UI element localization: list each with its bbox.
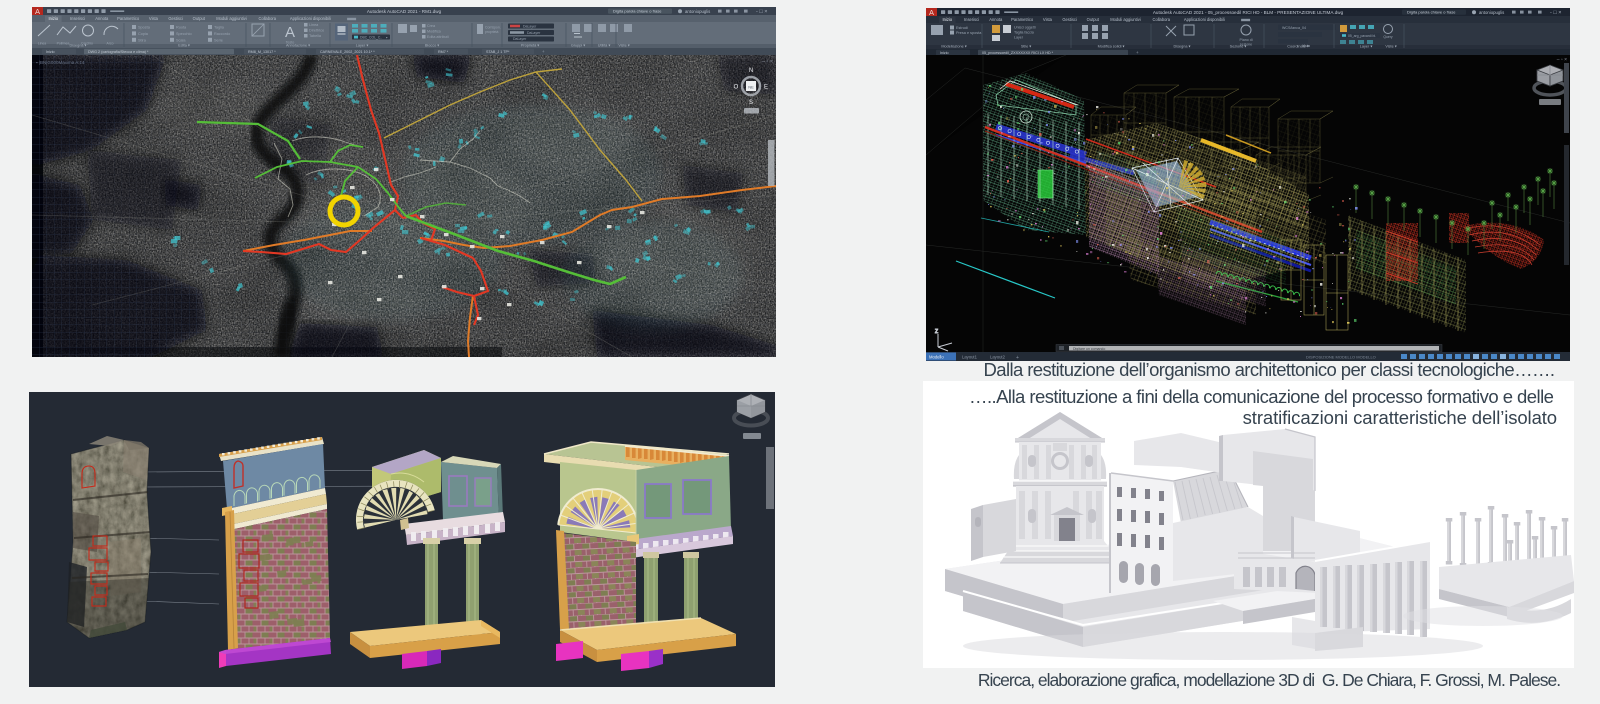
svg-text:Utilità ▾: Utilità ▾ — [598, 43, 611, 47]
svg-text:Autodesk AutoCAD 2021 - RM1.dw: Autodesk AutoCAD 2021 - RM1.dwg — [367, 9, 442, 14]
svg-text:Presa e sposta: Presa e sposta — [956, 31, 982, 35]
svg-text:CARNEVALE_2002_2021 10.1* *: CARNEVALE_2002_2021 10.1* * — [320, 50, 375, 54]
svg-text:Gestisci: Gestisci — [1062, 17, 1077, 22]
svg-text:Piano di: Piano di — [1240, 38, 1253, 42]
svg-text:Viste ▾: Viste ▾ — [1385, 44, 1396, 48]
svg-text:Collabora: Collabora — [258, 16, 276, 21]
svg-text:Ruota: Ruota — [176, 26, 187, 30]
svg-text:Edita ▾: Edita ▾ — [178, 43, 190, 47]
svg-text:Inizio: Inizio — [49, 16, 59, 21]
svg-text:WCS/lanca_04: WCS/lanca_04 — [1282, 26, 1306, 30]
svg-text:Stile ▾: Stile ▾ — [1021, 44, 1031, 48]
svg-text:Digita parola chiave o frase: Digita parola chiave o frase — [1407, 10, 1456, 15]
svg-text:proprietà: proprietà — [485, 30, 498, 34]
svg-text:Blocco ▾: Blocco ▾ — [425, 43, 439, 47]
svg-text:Layer ▾: Layer ▾ — [1360, 44, 1373, 48]
svg-text:Polilinea: Polilinea — [57, 42, 70, 46]
svg-text:DWG 2 (cartografia/Stecca e cl: DWG 2 (cartografia/Stecca e clima) * — [88, 50, 149, 54]
svg-text:A: A — [35, 7, 40, 16]
svg-text:+: + — [542, 49, 545, 54]
svg-text:- □ ×: - □ × — [1550, 10, 1561, 16]
svg-text:Stira: Stira — [138, 38, 147, 42]
svg-text:Z: Z — [935, 329, 938, 335]
svg-text:Inizio: Inizio — [46, 50, 55, 54]
svg-text:Unisci oggetti: Unisci oggetti — [1014, 26, 1036, 30]
svg-text:Sposta: Sposta — [138, 26, 151, 30]
svg-text:RM8_M_13017 *: RM8_M_13017 * — [248, 50, 276, 54]
svg-text:antoniopuglis: antoniopuglis — [685, 9, 710, 14]
svg-text:Gruppi ▾: Gruppi ▾ — [571, 43, 585, 47]
svg-text:Raccordo: Raccordo — [214, 32, 230, 36]
svg-text:Edita attributi: Edita attributi — [427, 35, 449, 39]
svg-text:Annota: Annota — [95, 16, 109, 21]
svg-text:Inserisci: Inserisci — [964, 17, 979, 22]
svg-text:Modellazione ▾: Modellazione ▾ — [941, 44, 966, 48]
svg-text:NE: NE — [748, 85, 754, 90]
svg-text:Estrudi: Estrudi — [956, 26, 968, 30]
svg-text:Annotazione ▾: Annotazione ▾ — [286, 43, 310, 47]
svg-text:▪ |BN|G000Maxima A:14: ▪ |BN|G000Maxima A:14 — [36, 60, 85, 65]
svg-text:Vista: Vista — [1043, 17, 1053, 22]
svg-text:Coordinate ▾: Coordinate ▾ — [1287, 44, 1309, 48]
svg-text:– ▫ ×: – ▫ × — [1557, 57, 1567, 63]
svg-text:Autodesk AutoCAD 2021 - 05_pro: Autodesk AutoCAD 2021 - 05_processoedil … — [1153, 10, 1344, 15]
svg-text:Direttrice: Direttrice — [309, 29, 324, 33]
svg-text:Linea: Linea — [309, 23, 319, 27]
svg-text:Linea: Linea — [38, 42, 46, 46]
svg-text:Digita parola chiave o frase: Digita parola chiave o frase — [613, 9, 662, 14]
svg-text:Output: Output — [193, 16, 206, 21]
svg-text:Disegna ▾: Disegna ▾ — [1174, 44, 1191, 48]
svg-text:DaLayer: DaLayer — [523, 24, 537, 28]
svg-text:E: E — [764, 85, 768, 91]
svg-text:Annota: Annota — [989, 17, 1003, 22]
svg-text:Modifica: Modifica — [427, 30, 442, 34]
svg-text:Query: Query — [1383, 35, 1393, 39]
svg-text:Output: Output — [1087, 17, 1100, 22]
svg-text:antoniopuglis: antoniopuglis — [1479, 10, 1504, 15]
svg-text:Viste ▾: Viste ▾ — [618, 43, 629, 47]
svg-text:Parametrico: Parametrico — [1011, 17, 1034, 22]
svg-text:Scala: Scala — [176, 38, 186, 42]
svg-text:Moduli aggiuntivi: Moduli aggiuntivi — [1110, 17, 1141, 22]
svg-text:RM7 *: RM7 * — [438, 50, 449, 54]
svg-text:Disegna ▾: Disegna ▾ — [70, 43, 87, 47]
svg-text:S: S — [749, 100, 753, 106]
svg-text:N: N — [749, 68, 753, 74]
svg-text:– ▫ ×: – ▫ × — [762, 59, 773, 65]
svg-text:Copia: Copia — [138, 32, 149, 36]
svg-text:Sezione ▾: Sezione ▾ — [1230, 44, 1247, 48]
svg-text:Crea: Crea — [427, 24, 436, 28]
svg-text:Collabora: Collabora — [1152, 17, 1170, 22]
svg-text:Tabella: Tabella — [309, 34, 322, 38]
svg-text:Digitare un comando: Digitare un comando — [1073, 347, 1105, 351]
svg-text:Moduli aggiuntivi: Moduli aggiuntivi — [216, 16, 247, 21]
svg-text:Applicazioni disponibili: Applicazioni disponibili — [290, 16, 331, 21]
svg-text:05_arg_pavardi bl.: 05_arg_pavardi bl. — [1348, 34, 1376, 38]
svg-text:Proprietà ▾: Proprietà ▾ — [521, 43, 539, 47]
svg-text:Layer: Layer — [1014, 36, 1024, 40]
svg-text:Serie: Serie — [214, 38, 223, 42]
svg-text:O: O — [734, 85, 739, 91]
svg-text:STAB_J 1 TP*: STAB_J 1 TP* — [486, 50, 510, 54]
svg-text:A: A — [929, 8, 934, 17]
svg-text:Gestisci: Gestisci — [168, 16, 183, 21]
svg-text:Corrispon.: Corrispon. — [485, 26, 501, 30]
svg-text:Inserisci: Inserisci — [70, 16, 85, 21]
svg-text:A: A — [285, 24, 295, 41]
svg-text:DaLayer: DaLayer — [513, 37, 527, 41]
svg-text:Taglia faccia: Taglia faccia — [1014, 31, 1034, 35]
svg-text:Parametrico: Parametrico — [117, 16, 140, 21]
svg-text:DaLayer: DaLayer — [527, 31, 541, 35]
svg-text:Specchio: Specchio — [176, 32, 192, 36]
svg-text:- □ ×: - □ × — [756, 9, 767, 15]
svg-text:Layer ▾: Layer ▾ — [356, 43, 369, 47]
svg-text:Arco: Arco — [107, 42, 114, 46]
svg-text:Applicazioni disponibili: Applicazioni disponibili — [1184, 17, 1225, 22]
svg-text:DBC_COL_C..: DBC_COL_C.. — [360, 35, 382, 39]
svg-text:Vista: Vista — [149, 16, 159, 21]
svg-text:Modifica solidi ▾: Modifica solidi ▾ — [1098, 44, 1125, 48]
svg-text:Taglia: Taglia — [214, 26, 225, 30]
svg-text:Inizio: Inizio — [943, 17, 953, 22]
